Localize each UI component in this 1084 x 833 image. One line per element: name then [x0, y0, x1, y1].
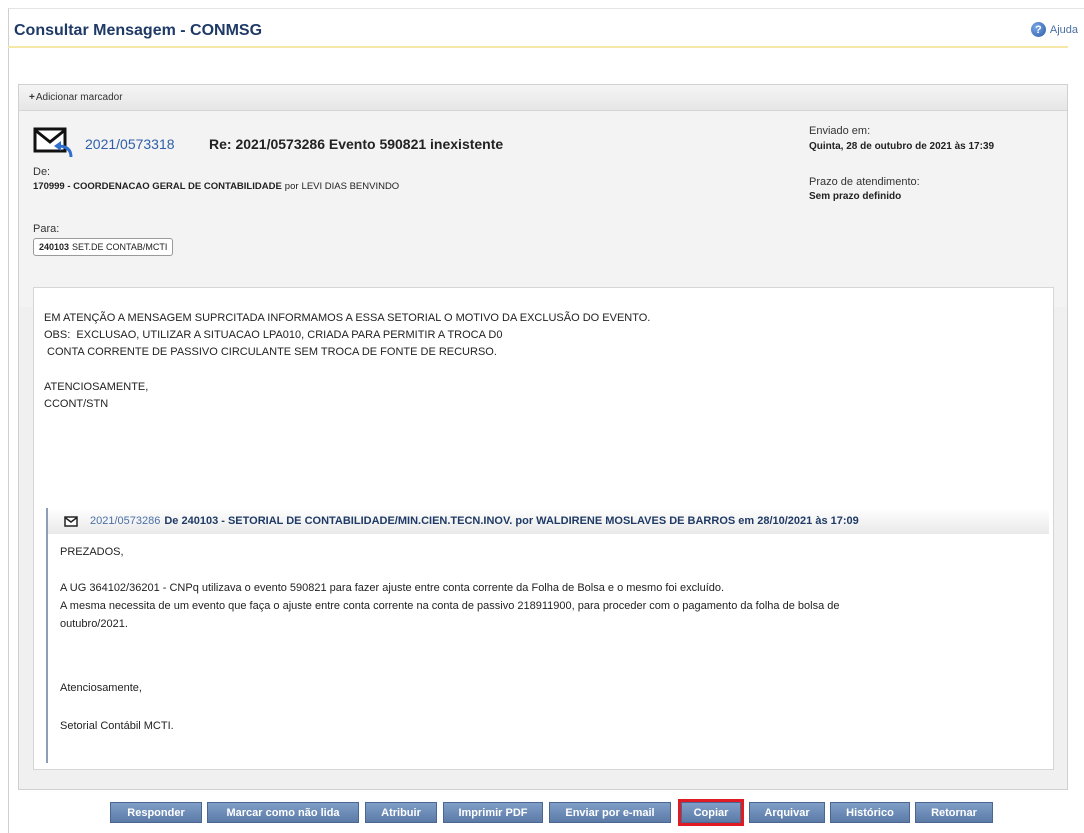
sent-label: Enviado em: — [809, 125, 871, 137]
quoted-title-text: De 240103 - SETORIAL DE CONTABILIDADE/MI… — [164, 515, 859, 527]
body-line: OBS: EXCLUSAO, UTILIZAR A SITUACAO LPA01… — [44, 329, 503, 341]
quoted-header: 2021/0573286 De 240103 - SETORIAL DE CONT… — [48, 508, 1049, 534]
body-line: EM ATENÇÃO A MENSAGEM SUPRCITADA INFORMA… — [44, 312, 651, 324]
help-label[interactable]: Ajuda — [1050, 24, 1078, 36]
quoted-line: outubro/2021. — [60, 618, 128, 630]
message-body: EM ATENÇÃO A MENSAGEM SUPRCITADA INFORMA… — [33, 287, 1054, 770]
title-bar: Consultar Mensagem - CONMSG ? Ajuda — [8, 16, 1078, 48]
message-subject: Re: 2021/0573286 Evento 590821 inexisten… — [209, 136, 504, 152]
message-id-link[interactable]: 2021/0573318 — [85, 136, 175, 152]
marker-bar: +Adicionar marcador — [19, 85, 1067, 111]
from-user: LEVI DIAS BENVINDO — [301, 181, 400, 192]
quoted-message-id-link[interactable]: 2021/0573286 — [90, 515, 160, 527]
email-button[interactable]: Enviar por e-mail — [549, 802, 671, 823]
page-title: Consultar Mensagem - CONMSG — [14, 22, 263, 39]
return-button[interactable]: Retornar — [915, 802, 993, 823]
quoted-line: PREZADOS, — [60, 546, 124, 558]
deadline-value: Sem prazo definido — [809, 191, 902, 202]
quoted-line: Setorial Contábil MCTI. — [60, 720, 174, 732]
sent-date: Quinta, 28 de outubro de 2021 às 17:39 — [809, 141, 995, 152]
quoted-title: 2021/0573286 De 240103 - SETORIAL DE CONT… — [90, 515, 859, 527]
quoted-message: 2021/0573286 De 240103 - SETORIAL DE CONT… — [46, 508, 1049, 763]
quoted-line: Atenciosamente, — [60, 682, 142, 694]
recipient-name: SET.DE CONTAB/MCTI — [72, 242, 168, 252]
reply-button[interactable]: Responder — [110, 802, 202, 823]
add-marker-link[interactable]: +Adicionar marcador — [29, 92, 123, 103]
message-header: 2021/0573318 Re: 2021/0573286 Evento 590… — [19, 111, 1067, 307]
action-bar: Responder Marcar como não lida Atribuir … — [0, 794, 1084, 828]
mail-icon — [64, 516, 78, 527]
mark-unread-button[interactable]: Marcar como não lida — [207, 802, 359, 823]
deadline-label: Prazo de atendimento: — [809, 176, 920, 188]
reply-mail-icon — [33, 127, 73, 158]
copy-button[interactable]: Copiar — [678, 799, 744, 826]
quoted-line: A mesma necessita de um evento que faça … — [60, 600, 840, 612]
assign-button[interactable]: Atribuir — [365, 802, 437, 823]
history-button[interactable]: Histórico — [830, 802, 910, 823]
help-link[interactable]: ? Ajuda — [1030, 22, 1078, 37]
recipient-code: 240103 — [39, 242, 70, 252]
plus-icon[interactable]: + — [29, 92, 35, 103]
from-org: 170999 - COORDENACAO GERAL DE CONTABILID… — [33, 181, 282, 192]
from-por: por — [284, 181, 299, 192]
add-marker-label[interactable]: Adicionar marcador — [36, 92, 123, 103]
from-line: 170999 - COORDENACAO GERAL DE CONTABILID… — [33, 181, 399, 192]
help-icon[interactable]: ? — [1030, 22, 1046, 37]
archive-button[interactable]: Arquivar — [749, 802, 825, 823]
recipient-chip[interactable]: 240103 SET.DE CONTAB/MCTI — [33, 238, 174, 256]
message-panel: +Adicionar marcador 2021/0573318 Re: 202… — [18, 84, 1068, 790]
body-line: CCONT/STN — [44, 398, 109, 410]
quoted-line: A UG 364102/36201 - CNPq utilizava o eve… — [60, 582, 725, 594]
print-pdf-button[interactable]: Imprimir PDF — [443, 802, 543, 823]
body-line: ATENCIOSAMENTE, — [44, 381, 149, 393]
body-line: CONTA CORRENTE DE PASSIVO CIRCULANTE SEM… — [44, 346, 497, 358]
to-label: Para: — [33, 223, 60, 235]
from-label: De: — [33, 166, 51, 178]
